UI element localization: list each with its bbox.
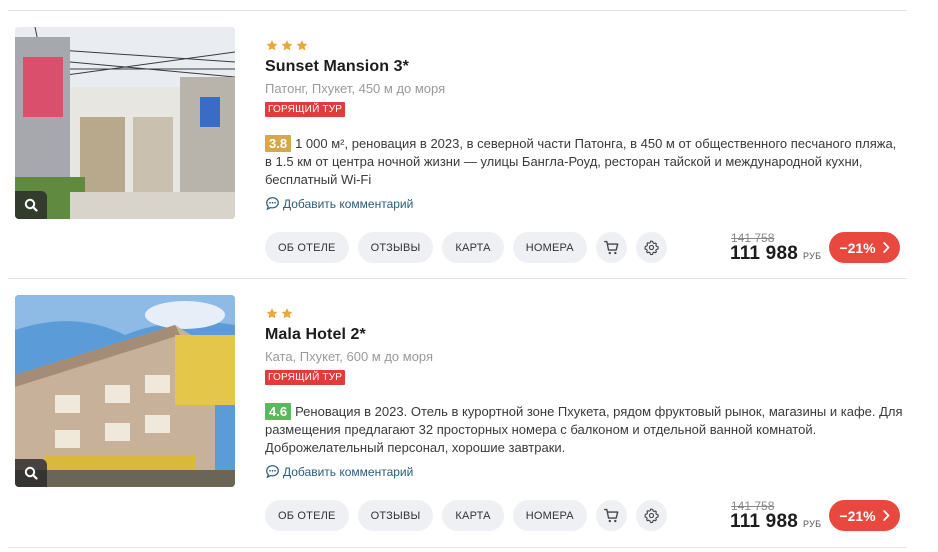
hotel-description: 4.6 Реновация в 2023. Отель в курортной з… (265, 403, 905, 457)
price-row: 111 988 РУБ (730, 243, 821, 265)
gear-icon (644, 508, 659, 524)
currency: РУБ (802, 519, 822, 529)
star-icon (266, 308, 278, 319)
discount-button[interactable]: −21% (829, 232, 900, 263)
price: 111 988 (730, 511, 798, 532)
hot-tour-badge: ГОРЯЩИЙ ТУР (265, 370, 346, 385)
about-hotel-button[interactable]: ОБ ОТЕЛЕ (265, 232, 349, 263)
rooms-button[interactable]: НОМЕРА (512, 232, 587, 263)
chat-bubble-icon (266, 197, 279, 211)
hotel-photo[interactable] (15, 27, 235, 219)
hotel-card: Sunset Mansion 3* Патонг, Пхукет, 450 м … (0, 0, 938, 268)
hotel-location: Патонг, Пхукет, 450 м до моря (265, 81, 446, 96)
rooms-button[interactable]: НОМЕРА (512, 500, 587, 531)
star-icon (266, 40, 278, 51)
hotel-name[interactable]: Mala Hotel 2* (265, 326, 366, 344)
price-row: 111 988 РУБ (730, 511, 821, 533)
discount-label: −21% (839, 239, 876, 256)
description-text: Реновация в 2023. Отель в курортной зоне… (265, 404, 903, 455)
settings-button[interactable] (635, 232, 667, 263)
chevron-right-icon (882, 242, 889, 253)
zoom-button[interactable] (15, 459, 47, 487)
rating-badge: 3.8 (265, 135, 292, 152)
map-button[interactable]: КАРТА (442, 232, 504, 263)
star-rating (265, 307, 294, 320)
hotel-actions: ОБ ОТЕЛЕ ОТЗЫВЫ КАРТА НОМЕРА (265, 500, 667, 531)
hotel-location: Ката, Пхукет, 600 м до моря (265, 349, 434, 364)
chat-bubble-icon (266, 465, 279, 479)
cart-icon (603, 508, 619, 523)
add-comment-label: Добавить комментарий (283, 196, 414, 211)
hotel-photo-image (15, 27, 235, 219)
settings-button[interactable] (635, 500, 667, 531)
star-icon (281, 308, 293, 319)
bottom-divider (8, 547, 907, 548)
price: 111 988 (730, 243, 798, 264)
star-rating (265, 39, 309, 52)
currency: РУБ (802, 251, 822, 261)
star-icon (281, 40, 293, 51)
discount-label: −21% (839, 507, 876, 524)
add-comment-label: Добавить комментарий (283, 464, 414, 479)
magnifier-icon (24, 198, 38, 212)
discount-button[interactable]: −21% (829, 500, 900, 531)
reviews-button[interactable]: ОТЗЫВЫ (357, 232, 434, 263)
magnifier-icon (24, 466, 38, 480)
hotel-photo-image (15, 295, 235, 487)
reviews-button[interactable]: ОТЗЫВЫ (357, 500, 434, 531)
add-comment-link[interactable]: Добавить комментарий (265, 464, 413, 479)
chevron-right-icon (882, 510, 889, 521)
map-button[interactable]: КАРТА (442, 500, 504, 531)
hotel-description: 3.8 1 000 м², реновация в 2023, в северно… (265, 135, 905, 189)
cart-button[interactable] (595, 232, 627, 263)
cart-icon (603, 240, 619, 255)
about-hotel-button[interactable]: ОБ ОТЕЛЕ (265, 500, 349, 531)
hot-tour-badge: ГОРЯЩИЙ ТУР (265, 102, 346, 117)
gear-icon (644, 240, 659, 256)
hotel-name[interactable]: Sunset Mansion 3* (265, 58, 409, 76)
add-comment-link[interactable]: Добавить комментарий (265, 196, 413, 211)
hotel-card: Mala Hotel 2* Ката, Пхукет, 600 м до мор… (0, 268, 938, 536)
rating-badge: 4.6 (265, 403, 292, 420)
cart-button[interactable] (595, 500, 627, 531)
description-text: 1 000 м², реновация в 2023, в северной ч… (265, 136, 897, 187)
hotel-actions: ОБ ОТЕЛЕ ОТЗЫВЫ КАРТА НОМЕРА (265, 232, 667, 263)
hotel-photo[interactable] (15, 295, 235, 487)
star-icon (296, 40, 308, 51)
zoom-button[interactable] (15, 191, 47, 219)
